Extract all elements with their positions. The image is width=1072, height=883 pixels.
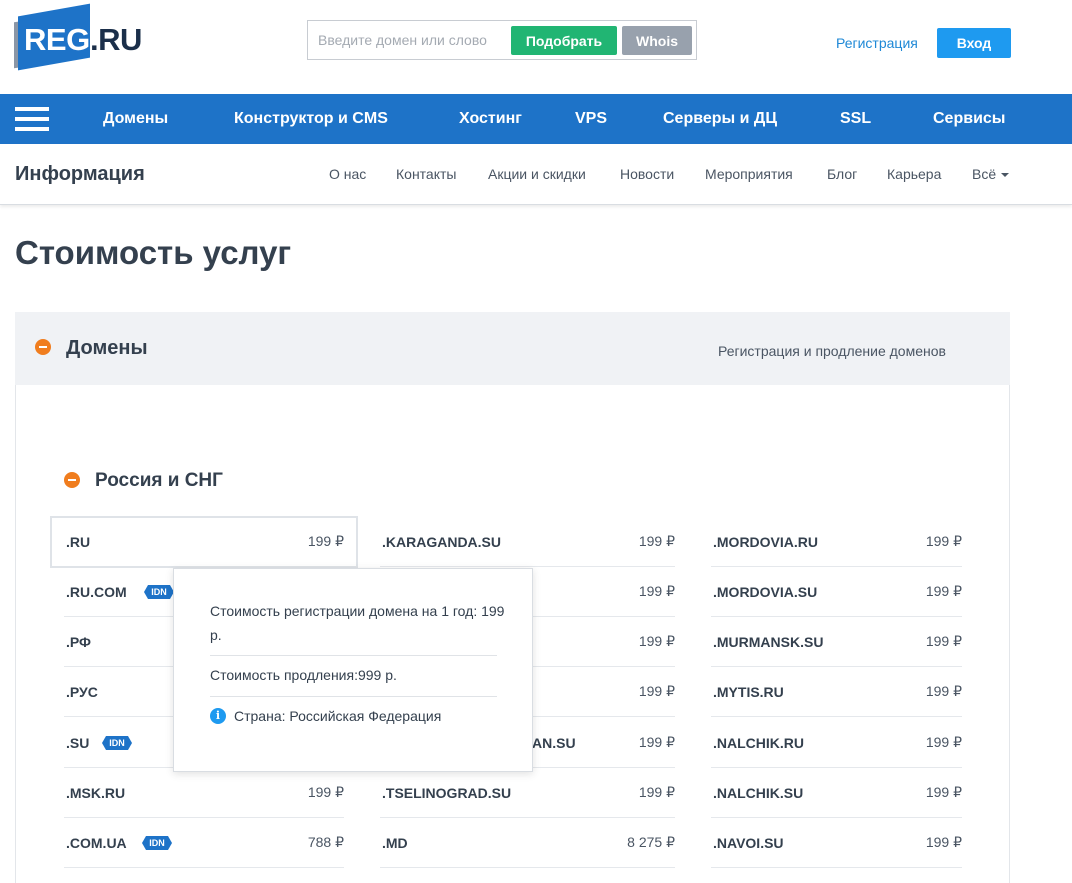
domain-price-tooltip: Стоимость регистрации домена на 1 год: 1… bbox=[173, 568, 533, 772]
reg-ru-logo[interactable]: REG .RU bbox=[14, 3, 144, 71]
subnav-news[interactable]: Новости bbox=[620, 166, 674, 182]
hamburger-menu-icon[interactable] bbox=[15, 107, 49, 131]
domain-price: 199 ₽ bbox=[638, 683, 675, 699]
domain-row[interactable]: .MYTIS.RU 199 ₽ bbox=[711, 667, 962, 717]
domain-row[interactable]: .MD 8 275 ₽ bbox=[380, 818, 675, 868]
domain-price: 199 ₽ bbox=[638, 784, 675, 800]
domain-price: 199 ₽ bbox=[638, 583, 675, 599]
tooltip-divider bbox=[210, 655, 497, 656]
domain-price: 199 ₽ bbox=[307, 784, 344, 800]
subnav-events[interactable]: Мероприятия bbox=[705, 166, 793, 182]
nav-hosting[interactable]: Хостинг bbox=[459, 94, 522, 144]
tooltip-registration-cost: Стоимость регистрации домена на 1 год: 1… bbox=[210, 603, 505, 643]
nav-servers-dc[interactable]: Серверы и ДЦ bbox=[663, 94, 777, 144]
domain-price: 199 ₽ bbox=[307, 533, 344, 549]
nav-vps[interactable]: VPS bbox=[575, 94, 607, 144]
domain-name: .NAVOI.SU bbox=[713, 835, 784, 851]
domain-search-form: Подобрать Whois bbox=[307, 20, 697, 60]
main-navigation: Домены Конструктор и CMS Хостинг VPS Сер… bbox=[0, 94, 1072, 144]
logo-text-reg: REG bbox=[24, 22, 90, 57]
collapse-minus-icon[interactable] bbox=[35, 339, 51, 355]
domain-row[interactable]: .TSELINOGRAD.SU 199 ₽ bbox=[380, 768, 675, 818]
domain-name: .RU.COM bbox=[66, 584, 127, 600]
domain-row[interactable]: .MORDOVIA.SU 199 ₽ bbox=[711, 567, 962, 617]
whois-button[interactable]: Whois bbox=[622, 26, 692, 55]
domain-price: 788 ₽ bbox=[307, 834, 344, 850]
domain-price: 199 ₽ bbox=[925, 784, 962, 800]
domain-price: 199 ₽ bbox=[925, 633, 962, 649]
group-title-russia-cis[interactable]: Россия и СНГ bbox=[95, 470, 223, 492]
domain-name: .РФ bbox=[66, 634, 91, 650]
nav-builder-cms[interactable]: Конструктор и CMS bbox=[234, 94, 388, 144]
domain-name: .SU bbox=[66, 735, 90, 751]
domain-name: .MURMANSK.SU bbox=[713, 634, 824, 650]
domain-name: .NALCHIK.SU bbox=[713, 785, 804, 801]
domain-name: .MORDOVIA.RU bbox=[713, 534, 818, 550]
domain-name: .COM.UA bbox=[66, 835, 127, 851]
subnav-title: Информация bbox=[15, 163, 145, 185]
subnav-all-label: Всё bbox=[972, 166, 997, 182]
domain-price: 199 ₽ bbox=[925, 734, 962, 750]
domain-search-input[interactable] bbox=[308, 21, 510, 59]
domain-price: 199 ₽ bbox=[925, 583, 962, 599]
tooltip-divider bbox=[210, 696, 497, 697]
domain-row[interactable]: .RU 199 ₽ bbox=[64, 517, 344, 567]
domain-row[interactable]: .NALCHIK.SU 199 ₽ bbox=[711, 768, 962, 818]
logo-text-ru: .RU bbox=[90, 22, 142, 57]
info-subnav: Информация О нас Контакты Акции и скидки… bbox=[0, 144, 1072, 205]
register-link[interactable]: Регистрация bbox=[836, 35, 918, 51]
domain-row[interactable]: .KARAGANDA.SU 199 ₽ bbox=[380, 517, 675, 567]
domain-name: .MSK.RU bbox=[66, 785, 126, 801]
group-collapse-minus-icon[interactable] bbox=[64, 472, 80, 488]
domain-row[interactable]: .MURMANSK.SU 199 ₽ bbox=[711, 617, 962, 667]
subnav-blog[interactable]: Блог bbox=[827, 166, 857, 182]
tooltip-country: Страна: Российская Федерация bbox=[234, 708, 442, 724]
domain-price: 199 ₽ bbox=[638, 734, 675, 750]
domain-row[interactable]: .NAVOI.SU 199 ₽ bbox=[711, 818, 962, 868]
domain-row[interactable]: .COM.UA IDN 788 ₽ bbox=[64, 818, 344, 868]
domains-panel-subtitle: Регистрация и продление доменов bbox=[718, 343, 946, 359]
caret-down-icon bbox=[1001, 173, 1010, 178]
domain-name: .MYTIS.RU bbox=[713, 684, 784, 700]
domain-price: 199 ₽ bbox=[638, 633, 675, 649]
domains-panel-title[interactable]: Домены bbox=[66, 337, 148, 360]
domain-row[interactable]: .MORDOVIA.RU 199 ₽ bbox=[711, 517, 962, 567]
domain-name: .РУС bbox=[66, 684, 98, 700]
domain-price: 199 ₽ bbox=[925, 683, 962, 699]
subnav-career[interactable]: Карьера bbox=[887, 166, 941, 182]
domain-name: .TSELINOGRAD.SU bbox=[382, 785, 512, 801]
page-title: Стоимость услуг bbox=[15, 234, 292, 271]
info-icon: i bbox=[210, 708, 226, 724]
tooltip-renewal-cost: Стоимость продления:999 р. bbox=[210, 667, 397, 683]
subnav-promotions[interactable]: Акции и скидки bbox=[488, 166, 586, 182]
nav-ssl[interactable]: SSL bbox=[840, 94, 871, 144]
domain-row[interactable]: .NALCHIK.RU 199 ₽ bbox=[711, 718, 962, 768]
subnav-contacts[interactable]: Контакты bbox=[396, 166, 456, 182]
nav-domains[interactable]: Домены bbox=[103, 94, 168, 144]
pick-domain-button[interactable]: Подобрать bbox=[511, 26, 617, 55]
domain-name: .KARAGANDA.SU bbox=[382, 534, 501, 550]
subnav-all-dropdown[interactable]: Всё bbox=[972, 166, 1010, 182]
site-header: REG .RU Подобрать Whois Регистрация Вход bbox=[0, 0, 1072, 94]
idn-badge-icon: IDN bbox=[102, 736, 132, 750]
login-button[interactable]: Вход bbox=[937, 28, 1011, 58]
domain-price: 199 ₽ bbox=[638, 533, 675, 549]
domain-name: .NALCHIK.RU bbox=[713, 735, 804, 751]
domain-name: .MORDOVIA.SU bbox=[713, 584, 818, 600]
idn-badge-icon: IDN bbox=[144, 585, 174, 599]
nav-services[interactable]: Сервисы bbox=[933, 94, 1005, 144]
domain-price: 8 275 ₽ bbox=[627, 834, 675, 850]
domain-name: .RU bbox=[66, 534, 91, 550]
domain-row[interactable]: .MSK.RU 199 ₽ bbox=[64, 768, 344, 818]
domain-name: AN.SU bbox=[532, 735, 576, 751]
domain-price: 199 ₽ bbox=[925, 834, 962, 850]
domain-price: 199 ₽ bbox=[925, 533, 962, 549]
idn-badge-icon: IDN bbox=[142, 836, 172, 850]
domain-name: .MD bbox=[382, 835, 408, 851]
subnav-about[interactable]: О нас bbox=[329, 166, 366, 182]
